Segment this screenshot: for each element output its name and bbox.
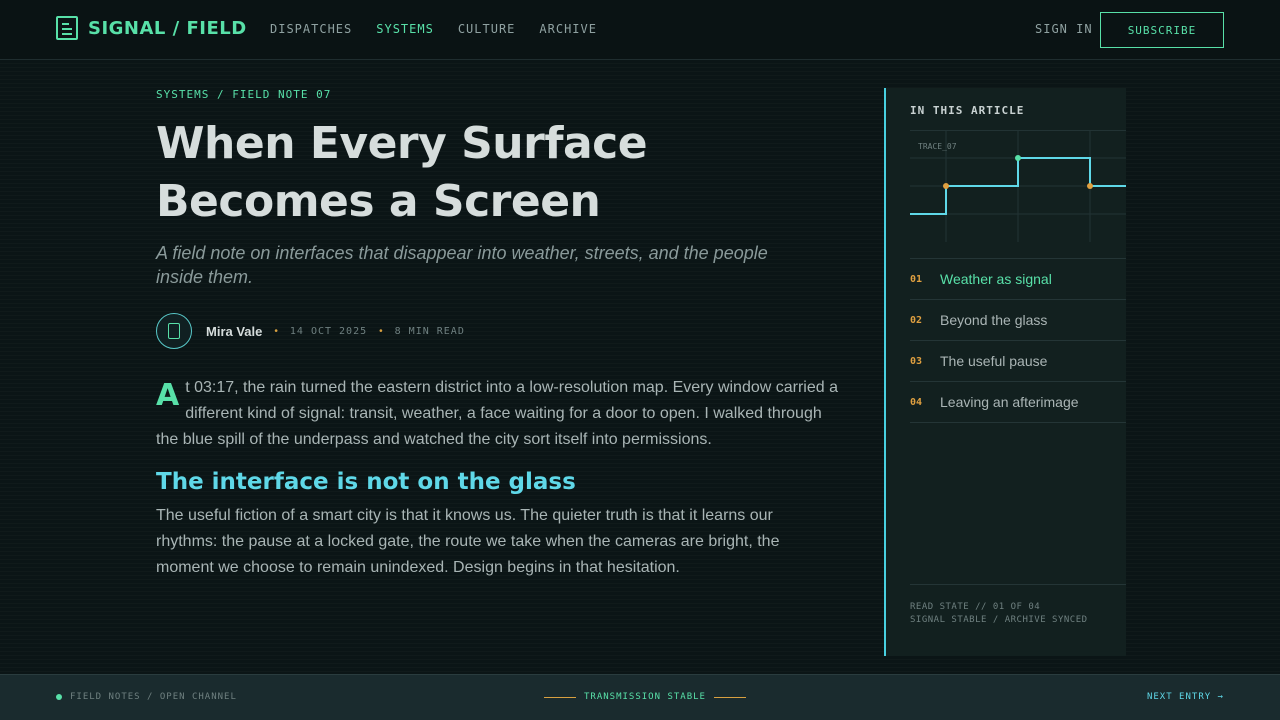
toc-number: 04: [910, 396, 923, 408]
toc-label: The useful pause: [940, 353, 1048, 369]
toc-number: 01: [910, 273, 923, 285]
footer-left-text: FIELD NOTES / OPEN CHANNEL: [70, 692, 237, 702]
author-name[interactable]: Mira Vale: [206, 324, 262, 339]
toc-label: Beyond the glass: [940, 312, 1048, 328]
transmission-text: TRANSMISSION STABLE: [584, 692, 706, 702]
toc-item-leaving-an-afterimage[interactable]: 04 Leaving an afterimage: [910, 382, 1126, 423]
body-paragraph: The useful fiction of a smart city is th…: [156, 507, 780, 576]
nav-archive[interactable]: ARCHIVE: [539, 22, 597, 36]
trace-point: [1087, 183, 1093, 189]
nav-systems[interactable]: SYSTEMS: [376, 22, 434, 36]
article-subtitle: A field note on interfaces that disappea…: [156, 243, 768, 287]
separator-dot: •: [274, 325, 278, 337]
toc-number: 02: [910, 314, 923, 326]
site-footer: FIELD NOTES / OPEN CHANNEL TRANSMISSION …: [0, 674, 1280, 720]
subscribe-button[interactable]: SUBSCRIBE: [1100, 12, 1224, 48]
site-header: SIGNAL / FIELD DISPATCHES SYSTEMS CULTUR…: [0, 0, 1280, 60]
read-state: READ STATE // 01 OF 04: [910, 602, 1041, 612]
transmission-status: TRANSMISSION STABLE: [544, 692, 746, 702]
publish-date: 14 OCT 2025: [289, 325, 368, 337]
avatar[interactable]: [156, 313, 192, 349]
byline: Mira Vale • 14 OCT 2025 • 8 MIN READ: [156, 313, 840, 349]
trace-label: TRACE_07: [918, 142, 957, 151]
trace-point: [943, 183, 949, 189]
footer-channel: FIELD NOTES / OPEN CHANNEL: [56, 692, 237, 702]
nav-dispatches[interactable]: DISPATCHES: [270, 22, 352, 36]
status-dot-icon: [56, 694, 62, 700]
device-icon: [168, 323, 180, 339]
sidebar-status: READ STATE // 01 OF 04 SIGNAL STABLE / A…: [910, 584, 1126, 627]
site-logo[interactable]: SIGNAL / FIELD: [56, 16, 247, 40]
toc-label: Weather as signal: [940, 271, 1052, 287]
article-title: When Every Surface Becomes a Screen: [156, 118, 648, 227]
trace-point: [1015, 155, 1021, 161]
separator-dot: •: [379, 325, 383, 337]
lede-text: t 03:17, the rain turned the eastern dis…: [156, 379, 838, 448]
table-of-contents: 01 Weather as signal 02 Beyond the glass…: [910, 258, 1126, 423]
sync-state: SIGNAL STABLE / ARCHIVE SYNCED: [910, 615, 1088, 625]
toc-item-the-useful-pause[interactable]: 03 The useful pause: [910, 341, 1126, 382]
document-icon: [56, 16, 78, 40]
toc-number: 03: [910, 355, 923, 367]
article-sidebar: IN THIS ARTICLE TRACE_07 01 Weather as s…: [884, 88, 1126, 656]
logo-text: SIGNAL / FIELD: [88, 17, 247, 39]
sign-in-link[interactable]: SIGN IN: [1035, 22, 1093, 36]
divider-line: [544, 696, 576, 698]
article-kicker[interactable]: SYSTEMS / FIELD NOTE 07: [156, 88, 840, 101]
lede-paragraph: At 03:17, the rain turned the eastern di…: [156, 375, 840, 453]
nav-culture[interactable]: CULTURE: [458, 22, 516, 36]
toc-item-beyond-the-glass[interactable]: 02 Beyond the glass: [910, 300, 1126, 341]
main-nav: DISPATCHES SYSTEMS CULTURE ARCHIVE: [270, 22, 597, 36]
toc-item-weather-as-signal[interactable]: 01 Weather as signal: [910, 259, 1126, 300]
toc-label: Leaving an afterimage: [940, 394, 1079, 410]
read-time: 8 MIN READ: [394, 325, 465, 337]
article: SYSTEMS / FIELD NOTE 07 When Every Surfa…: [156, 88, 840, 581]
drop-cap: A: [156, 378, 180, 413]
sidebar-heading: IN THIS ARTICLE: [910, 104, 1025, 117]
section-heading: The interface is not on the glass: [156, 469, 576, 495]
trace-graphic: TRACE_07: [910, 130, 1126, 242]
next-entry-link[interactable]: NEXT ENTRY →: [1147, 692, 1224, 702]
divider-line: [713, 696, 746, 698]
